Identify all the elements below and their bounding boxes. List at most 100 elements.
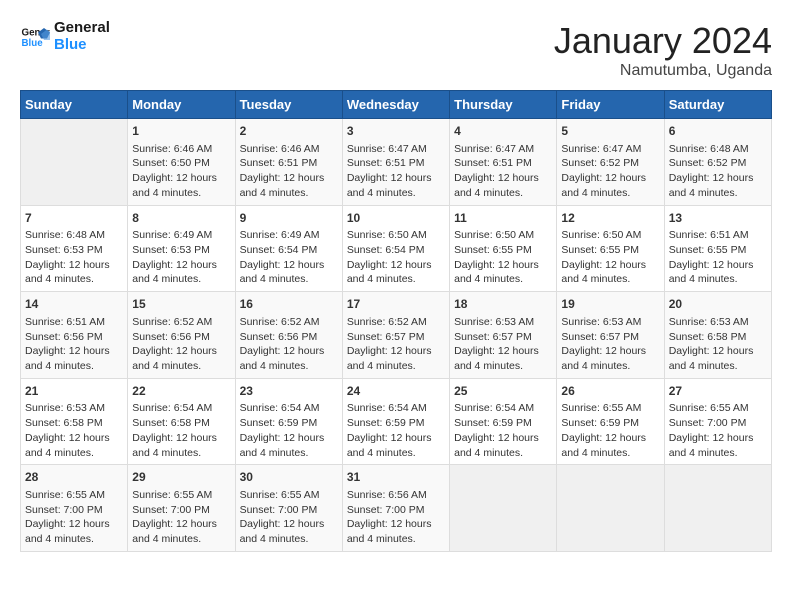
day-info: Sunrise: 6:47 AM Sunset: 6:51 PM Dayligh… (454, 142, 552, 201)
day-number: 2 (240, 123, 338, 140)
calendar-cell (21, 119, 128, 206)
calendar-cell: 30 Sunrise: 6:55 AM Sunset: 7:00 PM Dayli… (235, 465, 342, 552)
day-info: Sunrise: 6:46 AM Sunset: 6:50 PM Dayligh… (132, 142, 230, 201)
day-number: 19 (561, 296, 659, 313)
day-number: 22 (132, 383, 230, 400)
calendar-cell: 18Sunrise: 6:53 AM Sunset: 6:57 PM Dayli… (450, 292, 557, 379)
day-number: 28 (25, 469, 123, 486)
calendar-cell: 20 Sunrise: 6:53 AM Sunset: 6:58 PM Dayli… (664, 292, 771, 379)
logo: General Blue General Blue (20, 20, 110, 53)
day-number: 3 (347, 123, 445, 140)
day-info: Sunrise: 6:49 AM Sunset: 6:54 PM Dayligh… (240, 228, 338, 287)
calendar-cell: 23Sunrise: 6:54 AM Sunset: 6:59 PM Dayli… (235, 378, 342, 465)
day-info: Sunrise: 6:55 AM Sunset: 7:00 PM Dayligh… (132, 488, 230, 547)
calendar-cell: 3Sunrise: 6:47 AM Sunset: 6:51 PM Daylig… (342, 119, 449, 206)
day-number: 26 (561, 383, 659, 400)
day-number: 1 (132, 123, 230, 140)
day-info: Sunrise: 6:54 AM Sunset: 6:58 PM Dayligh… (132, 401, 230, 460)
calendar-table: SundayMondayTuesdayWednesdayThursdayFrid… (20, 90, 772, 552)
day-info: Sunrise: 6:48 AM Sunset: 6:53 PM Dayligh… (25, 228, 123, 287)
calendar-cell: 1 Sunrise: 6:46 AM Sunset: 6:50 PM Daylig… (128, 119, 235, 206)
day-info: Sunrise: 6:51 AM Sunset: 6:55 PM Dayligh… (669, 228, 767, 287)
page-header: General Blue General Blue January 2024 N… (20, 20, 772, 80)
day-number: 30 (240, 469, 338, 486)
day-number: 15 (132, 296, 230, 313)
calendar-cell: 7Sunrise: 6:48 AM Sunset: 6:53 PM Daylig… (21, 205, 128, 292)
day-number: 31 (347, 469, 445, 486)
weekday-header-monday: Monday (128, 91, 235, 119)
day-number: 11 (454, 210, 552, 227)
calendar-cell: 25Sunrise: 6:54 AM Sunset: 6:59 PM Dayli… (450, 378, 557, 465)
day-number: 21 (25, 383, 123, 400)
calendar-cell: 13Sunrise: 6:51 AM Sunset: 6:55 PM Dayli… (664, 205, 771, 292)
calendar-cell (557, 465, 664, 552)
weekday-header-sunday: Sunday (21, 91, 128, 119)
calendar-cell: 6Sunrise: 6:48 AM Sunset: 6:52 PM Daylig… (664, 119, 771, 206)
day-number: 25 (454, 383, 552, 400)
calendar-cell: 22Sunrise: 6:54 AM Sunset: 6:58 PM Dayli… (128, 378, 235, 465)
day-number: 4 (454, 123, 552, 140)
calendar-cell: 4 Sunrise: 6:47 AM Sunset: 6:51 PM Daylig… (450, 119, 557, 206)
day-info: Sunrise: 6:55 AM Sunset: 7:00 PM Dayligh… (669, 401, 767, 460)
calendar-cell: 14 Sunrise: 6:51 AM Sunset: 6:56 PM Dayli… (21, 292, 128, 379)
day-number: 23 (240, 383, 338, 400)
calendar-subtitle: Namutumba, Uganda (554, 62, 772, 80)
day-info: Sunrise: 6:49 AM Sunset: 6:53 PM Dayligh… (132, 228, 230, 287)
title-block: January 2024 Namutumba, Uganda (554, 20, 772, 80)
day-number: 6 (669, 123, 767, 140)
calendar-cell: 5 Sunrise: 6:47 AM Sunset: 6:52 PM Daylig… (557, 119, 664, 206)
calendar-cell (450, 465, 557, 552)
calendar-week-row: 28 Sunrise: 6:55 AM Sunset: 7:00 PM Dayli… (21, 465, 772, 552)
calendar-cell: 10Sunrise: 6:50 AM Sunset: 6:54 PM Dayli… (342, 205, 449, 292)
day-number: 14 (25, 296, 123, 313)
day-number: 5 (561, 123, 659, 140)
day-info: Sunrise: 6:53 AM Sunset: 6:58 PM Dayligh… (669, 315, 767, 374)
weekday-header-saturday: Saturday (664, 91, 771, 119)
calendar-cell: 17 Sunrise: 6:52 AM Sunset: 6:57 PM Dayli… (342, 292, 449, 379)
calendar-cell: 11Sunrise: 6:50 AM Sunset: 6:55 PM Dayli… (450, 205, 557, 292)
calendar-cell: 24Sunrise: 6:54 AM Sunset: 6:59 PM Dayli… (342, 378, 449, 465)
calendar-cell: 27Sunrise: 6:55 AM Sunset: 7:00 PM Dayli… (664, 378, 771, 465)
day-number: 10 (347, 210, 445, 227)
calendar-cell: 15Sunrise: 6:52 AM Sunset: 6:56 PM Dayli… (128, 292, 235, 379)
calendar-cell: 26Sunrise: 6:55 AM Sunset: 6:59 PM Dayli… (557, 378, 664, 465)
day-info: Sunrise: 6:56 AM Sunset: 7:00 PM Dayligh… (347, 488, 445, 547)
calendar-cell: 2 Sunrise: 6:46 AM Sunset: 6:51 PM Daylig… (235, 119, 342, 206)
day-info: Sunrise: 6:50 AM Sunset: 6:55 PM Dayligh… (561, 228, 659, 287)
day-number: 20 (669, 296, 767, 313)
day-number: 16 (240, 296, 338, 313)
calendar-cell: 9Sunrise: 6:49 AM Sunset: 6:54 PM Daylig… (235, 205, 342, 292)
calendar-cell: 19 Sunrise: 6:53 AM Sunset: 6:57 PM Dayli… (557, 292, 664, 379)
calendar-cell: 21Sunrise: 6:53 AM Sunset: 6:58 PM Dayli… (21, 378, 128, 465)
day-info: Sunrise: 6:51 AM Sunset: 6:56 PM Dayligh… (25, 315, 123, 374)
calendar-cell: 28 Sunrise: 6:55 AM Sunset: 7:00 PM Dayli… (21, 465, 128, 552)
calendar-week-row: 14 Sunrise: 6:51 AM Sunset: 6:56 PM Dayli… (21, 292, 772, 379)
calendar-cell (664, 465, 771, 552)
day-info: Sunrise: 6:52 AM Sunset: 6:57 PM Dayligh… (347, 315, 445, 374)
calendar-cell: 29 Sunrise: 6:55 AM Sunset: 7:00 PM Dayli… (128, 465, 235, 552)
calendar-cell: 16Sunrise: 6:52 AM Sunset: 6:56 PM Dayli… (235, 292, 342, 379)
calendar-title: January 2024 (554, 20, 772, 62)
day-info: Sunrise: 6:47 AM Sunset: 6:52 PM Dayligh… (561, 142, 659, 201)
day-info: Sunrise: 6:54 AM Sunset: 6:59 PM Dayligh… (347, 401, 445, 460)
day-info: Sunrise: 6:53 AM Sunset: 6:57 PM Dayligh… (561, 315, 659, 374)
day-number: 17 (347, 296, 445, 313)
weekday-header-thursday: Thursday (450, 91, 557, 119)
calendar-cell: 8Sunrise: 6:49 AM Sunset: 6:53 PM Daylig… (128, 205, 235, 292)
calendar-cell: 31 Sunrise: 6:56 AM Sunset: 7:00 PM Dayli… (342, 465, 449, 552)
day-info: Sunrise: 6:54 AM Sunset: 6:59 PM Dayligh… (454, 401, 552, 460)
day-number: 8 (132, 210, 230, 227)
day-number: 7 (25, 210, 123, 227)
day-number: 18 (454, 296, 552, 313)
day-info: Sunrise: 6:55 AM Sunset: 7:00 PM Dayligh… (240, 488, 338, 547)
calendar-week-row: 21Sunrise: 6:53 AM Sunset: 6:58 PM Dayli… (21, 378, 772, 465)
day-number: 9 (240, 210, 338, 227)
calendar-week-row: 1 Sunrise: 6:46 AM Sunset: 6:50 PM Daylig… (21, 119, 772, 206)
day-number: 29 (132, 469, 230, 486)
svg-text:Blue: Blue (22, 38, 44, 49)
day-info: Sunrise: 6:50 AM Sunset: 6:54 PM Dayligh… (347, 228, 445, 287)
day-info: Sunrise: 6:46 AM Sunset: 6:51 PM Dayligh… (240, 142, 338, 201)
day-number: 12 (561, 210, 659, 227)
day-number: 13 (669, 210, 767, 227)
day-info: Sunrise: 6:55 AM Sunset: 7:00 PM Dayligh… (25, 488, 123, 547)
